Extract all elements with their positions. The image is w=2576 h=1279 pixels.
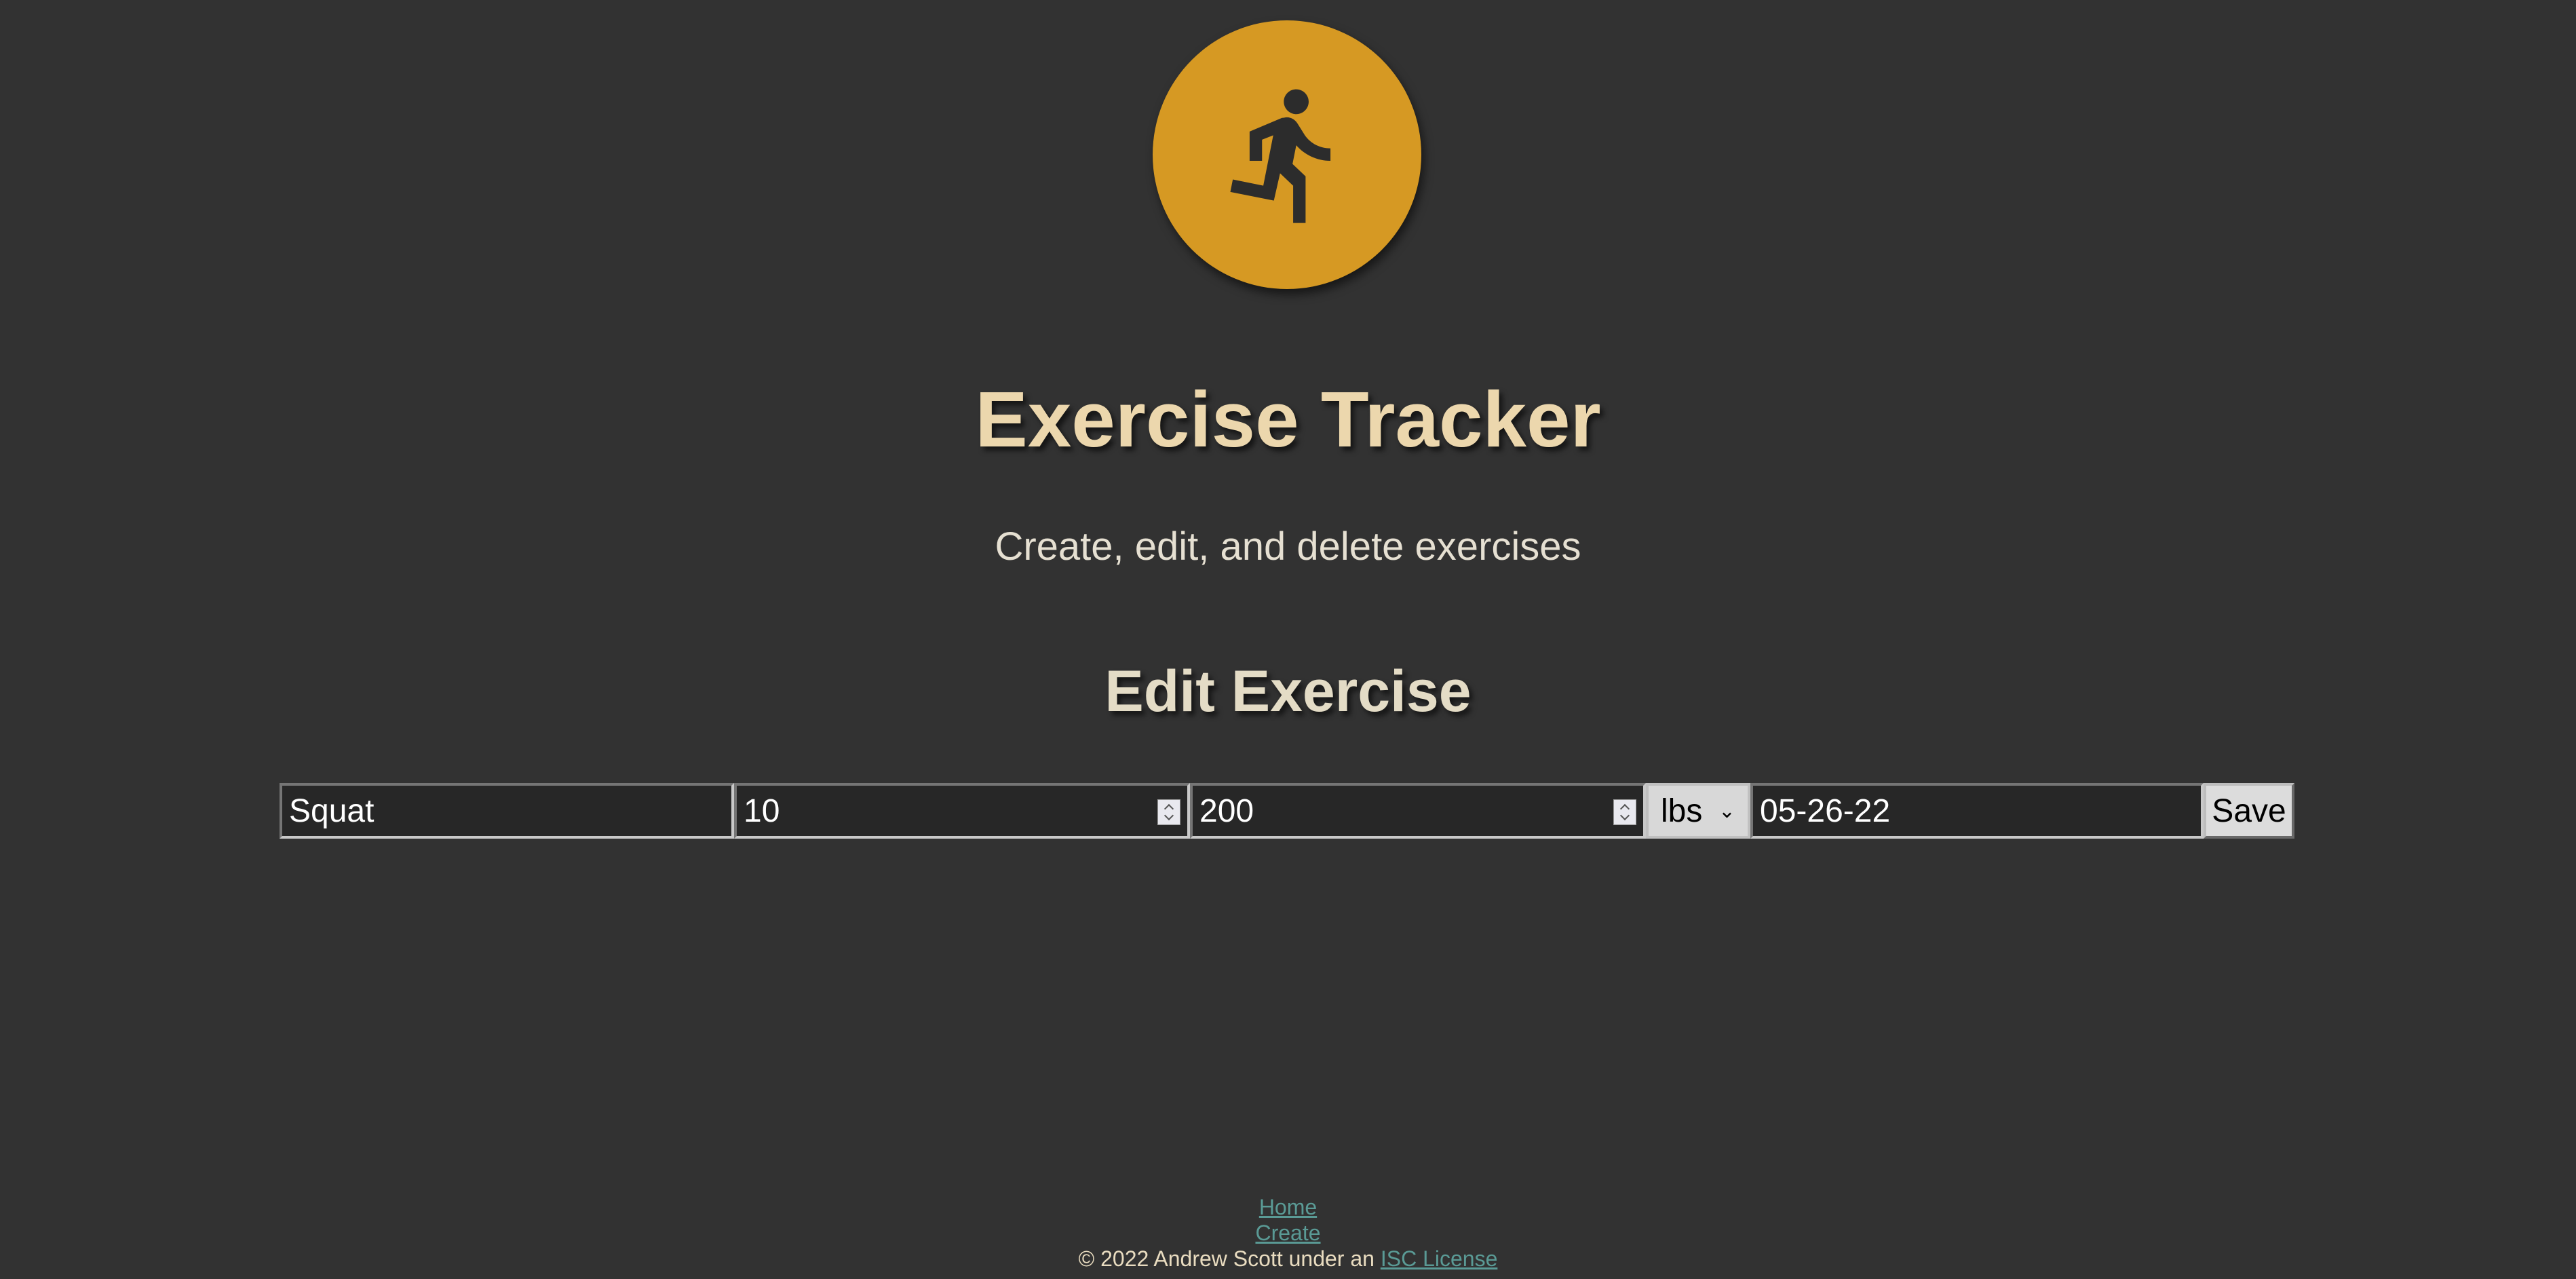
page-title: Exercise Tracker [975,375,1601,463]
unit-value: lbs [1661,793,1703,829]
weight-input[interactable]: 200 [1190,783,1646,839]
page: Exercise Tracker Create, edit, and delet… [0,0,2576,1279]
copyright-text: © 2022 Andrew Scott under an [1078,1246,1374,1271]
date-input[interactable]: 05-26-22 [1750,783,2204,839]
logo [1153,20,1421,289]
reps-value: 10 [744,793,780,829]
reps-input[interactable]: 10 [734,783,1190,839]
running-person-icon [1230,89,1331,223]
chevron-down-icon: ⌄ [1718,799,1735,822]
date-value: 05-26-22 [1760,793,1891,829]
weight-spinner-icon[interactable] [1613,799,1636,825]
nav-link-create[interactable]: Create [1255,1221,1320,1245]
nav-link-home[interactable]: Home [1259,1195,1317,1219]
edit-exercise-heading: Edit Exercise [1104,659,1472,724]
page-subtitle: Create, edit, and delete exercises [995,524,1581,569]
save-button[interactable]: Save [2204,783,2294,839]
isc-license-link[interactable]: ISC License [1381,1246,1498,1271]
reps-spinner-icon[interactable] [1157,799,1180,825]
exercise-name-value: Squat [289,793,374,829]
unit-select[interactable]: lbs ⌄ [1646,783,1750,839]
footer: Home Create © 2022 Andrew Scott under an… [0,1194,2576,1272]
weight-value: 200 [1199,793,1254,829]
edit-exercise-form: Squat 10 200 lbs ⌄ 05-26-22 Save [280,783,2294,839]
copyright-line: © 2022 Andrew Scott under an ISC License [0,1246,2576,1272]
exercise-name-input[interactable]: Squat [280,783,734,839]
